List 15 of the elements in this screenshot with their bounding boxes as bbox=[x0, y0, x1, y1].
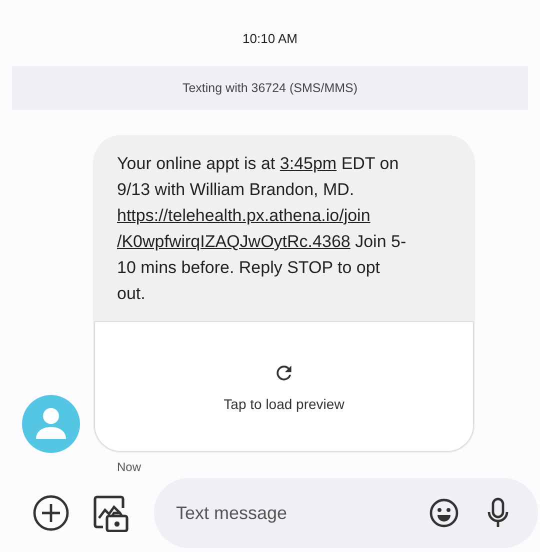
load-preview-button[interactable]: Tap to load preview bbox=[94, 321, 474, 452]
status-time: 10:10 AM bbox=[242, 30, 298, 48]
conversation-banner: Texting with 36724 (SMS/MMS) bbox=[12, 66, 528, 110]
message-link[interactable]: /K0wpfwirqIZAQJwOytRc.4368 bbox=[117, 232, 350, 251]
add-button[interactable] bbox=[32, 493, 70, 533]
message-link[interactable]: https://telehealth.px.athena.io/join bbox=[117, 206, 370, 225]
gallery-camera-button[interactable] bbox=[93, 493, 129, 533]
gallery-camera-icon bbox=[93, 494, 129, 532]
message-time: Now bbox=[116, 459, 142, 474]
message-link[interactable]: 3:45pm bbox=[280, 154, 337, 173]
microphone-icon bbox=[486, 497, 510, 529]
add-icon bbox=[32, 494, 70, 532]
emoji-icon bbox=[429, 498, 459, 528]
message-text: Your online appt is at 3:45pm EDT on 9/13 with William Brandon, MD. https://telehealth.px.athena.io/join /K0wpfwirqIZAQJwOytRc.4368 Join 5-10 mins before. Reply STOP to opt out. bbox=[116, 153, 408, 305]
message-input-field[interactable]: Text message bbox=[174, 502, 410, 524]
